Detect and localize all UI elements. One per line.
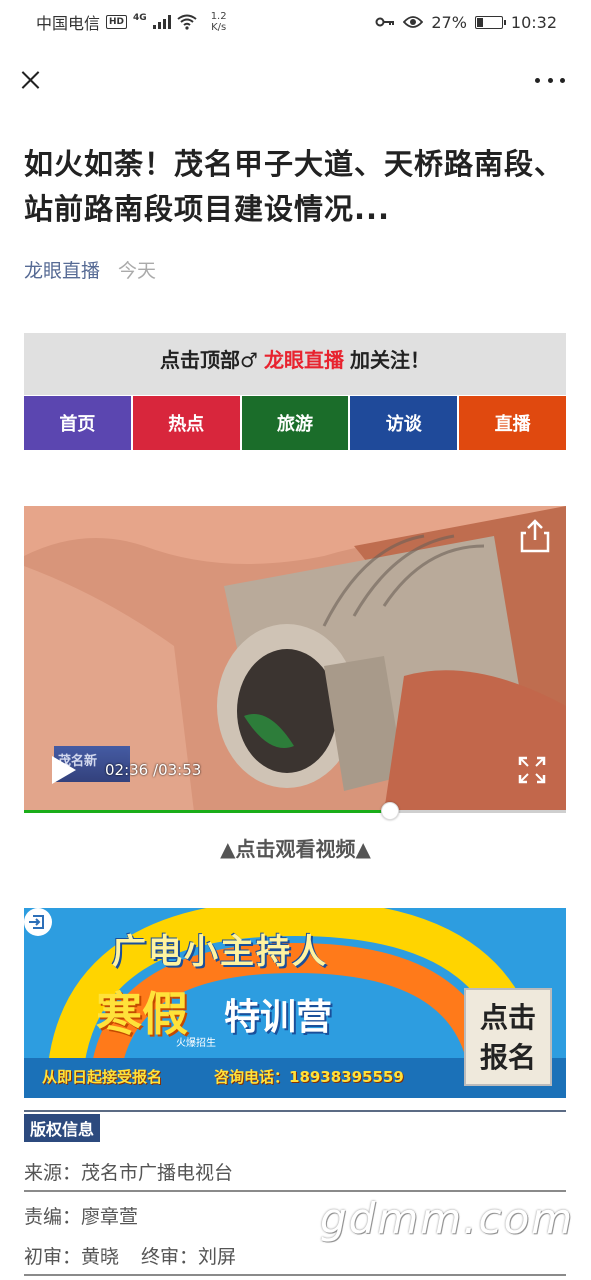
wifi-icon <box>177 14 197 30</box>
source-row: 来源：茂名市广播电视台 <box>24 1162 234 1184</box>
exit-icon[interactable] <box>24 908 52 936</box>
video-progress-fill <box>24 810 390 813</box>
follow-banner: 点击顶部♂ 龙眼直播 加关注！ <box>24 333 566 395</box>
watch-video-hint: ▲点击观看视频▲ <box>220 837 371 861</box>
fullscreen-icon[interactable] <box>518 756 546 784</box>
video-time: 02:36 /03:53 <box>105 761 201 779</box>
video-player[interactable]: 茂名新 02:36 /03:53 <box>24 506 566 812</box>
ad-title: 广电小主持人 <box>112 932 328 972</box>
ad-signup-button[interactable]: 点击 报名 <box>464 988 552 1086</box>
net-speed-unit: K/s <box>211 22 227 33</box>
copyright-heading: 版权信息 <box>24 1114 101 1142</box>
ad-registration-line: 从即日起接受报名 <box>42 1068 163 1086</box>
play-icon[interactable] <box>52 756 76 784</box>
video-progress-handle[interactable] <box>380 802 399 820</box>
net-speed: 1.2 K/s <box>211 11 227 33</box>
key-icon <box>375 17 395 27</box>
ad-banner[interactable]: 广电小主持人 寒假 特训营 火爆招生 从即日起接受报名 咨询电话：1893839… <box>24 908 566 1098</box>
ad-headline-camp: 特训营 <box>224 997 333 1038</box>
clock: 10:32 <box>510 12 557 32</box>
top-nav <box>0 56 591 106</box>
network-label: 4G <box>133 13 147 23</box>
site-watermark: gdmm.com <box>320 1194 575 1243</box>
hd-badge: HD <box>106 15 128 29</box>
ad-cta-line1: 点击 <box>479 1001 536 1034</box>
row-divider <box>24 1274 566 1276</box>
battery-level <box>476 17 483 27</box>
tab-home[interactable]: 首页 <box>24 396 131 450</box>
eye-icon <box>403 16 424 28</box>
section-divider <box>24 1110 566 1112</box>
first-review: 初审：黄晓 <box>24 1246 120 1268</box>
tab-hot[interactable]: 热点 <box>132 396 240 450</box>
publish-date: 今天 <box>118 260 157 282</box>
net-speed-value: 1.2 <box>210 11 227 22</box>
video-progress-bar[interactable] <box>24 802 566 820</box>
ad-headline-winter: 寒假 <box>96 987 188 1041</box>
tab-travel[interactable]: 旅游 <box>241 396 349 450</box>
follow-prefix: 点击顶部♂ <box>160 348 258 372</box>
close-icon[interactable] <box>16 66 44 94</box>
menu-tabs: 首页 热点 旅游 访谈 直播 <box>24 396 566 450</box>
tab-interview[interactable]: 访谈 <box>350 396 458 450</box>
row-divider <box>24 1190 566 1192</box>
tab-live[interactable]: 直播 <box>459 396 566 450</box>
review-row: 初审：黄晓 终审：刘屏 <box>24 1242 236 1269</box>
share-icon[interactable] <box>518 518 552 554</box>
ad-phone: 咨询电话：18938395559 <box>214 1068 404 1086</box>
author-link[interactable]: 龙眼直播 <box>24 256 100 283</box>
more-options-icon[interactable] <box>535 68 565 92</box>
ad-tag: 火爆招生 <box>176 1038 216 1049</box>
ad-cta-line2: 报名 <box>479 1041 536 1074</box>
battery-percent: 27% <box>431 12 467 32</box>
video-current-time: 02:36 <box>105 761 149 779</box>
article-title: 如火如荼！茂名甲子大道、天桥路南段、站前路南段项目建设情况... <box>24 147 565 226</box>
video-duration: /03:53 <box>153 761 202 779</box>
signal-icon <box>152 15 171 29</box>
battery-icon <box>474 15 506 29</box>
follow-suffix: 加关注！ <box>349 348 430 372</box>
editor-row: 责编：廖章萱 <box>24 1206 139 1228</box>
carrier-label: 中国电信 <box>36 14 101 33</box>
status-bar: 中国电信 HD 4G 1.2 K/s 27% 10:32 <box>0 0 591 44</box>
follow-account: 龙眼直播 <box>263 348 344 372</box>
article-meta: 龙眼直播 今天 <box>24 256 156 283</box>
final-review: 终审：刘屏 <box>141 1246 237 1268</box>
